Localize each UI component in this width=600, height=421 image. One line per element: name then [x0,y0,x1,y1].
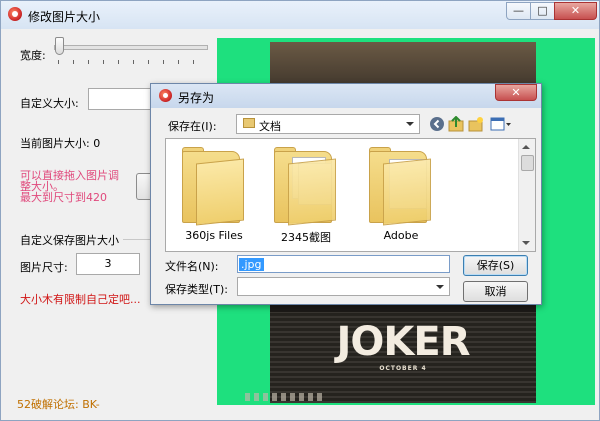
chevron-down-icon [406,122,414,126]
poster-logos [245,393,325,401]
vertical-scrollbar[interactable] [518,139,535,251]
folder-icon-front [288,158,336,226]
width-slider-thumb[interactable] [55,37,64,55]
chevron-down-icon [436,284,444,289]
cancel-button[interactable]: 取消 [463,281,528,302]
filename-label: 文件名(N): [165,260,219,273]
folder-item-360js[interactable]: 360js Files [174,145,254,249]
folder-label: 2345截图 [281,231,331,244]
folder-label: 360js Files [185,229,243,242]
custom-size-label: 自定义大小: [20,97,79,110]
footer-credit: 52破解论坛: BK- [17,398,100,411]
save-in-value: 文档 [259,120,281,133]
hint-text-line3: 最大到尺寸到420 [20,191,107,204]
dialog-title: 另存为 [178,91,215,105]
poster-date: OCTOBER 4 [379,365,427,372]
close-button[interactable]: ✕ [554,2,597,20]
up-folder-icon[interactable] [448,116,464,132]
limit-note: 大小木有限制自己定吧... [20,293,141,306]
scroll-down-icon[interactable] [522,241,530,245]
image-size-label: 图片尺寸: [20,261,68,274]
poster-title: JOKER [336,319,470,365]
app-icon [8,7,22,21]
filename-input[interactable]: .jpg [237,255,450,273]
dialog-title-bar: 另存为 ✕ [151,84,541,108]
back-icon[interactable] [429,116,445,132]
title-bar: 修改图片大小 — □ ✕ [1,1,599,29]
scroll-thumb[interactable] [521,155,534,171]
save-in-dropdown[interactable]: 文档 [236,114,420,134]
view-menu-icon[interactable] [490,116,512,132]
folder-icon-front [196,158,244,226]
folder-item-2345[interactable]: 2345截图 [266,145,346,249]
width-slider-ticks [58,60,206,64]
new-folder-icon[interactable] [468,116,484,132]
width-label: 宽度: [20,49,46,62]
filename-value: .jpg [239,258,264,271]
current-size-label: 当前图片大小: 0 [20,137,101,150]
file-list[interactable]: 360js Files 2345截图 Adobe [165,138,536,252]
documents-folder-icon [243,118,255,128]
save-as-dialog: 另存为 ✕ 保存在(I): 文档 360js Files 2345截图 Adob… [150,83,542,305]
folder-icon-front [383,158,431,226]
width-slider-track[interactable] [54,45,208,50]
window-title: 修改图片大小 [28,10,101,24]
custom-save-group-title: 自定义保存图片大小 [20,234,119,247]
scroll-up-icon[interactable] [522,145,530,149]
dialog-close-button[interactable]: ✕ [495,84,537,101]
maximize-button[interactable]: □ [530,2,555,20]
save-button[interactable]: 保存(S) [463,255,528,276]
filetype-dropdown[interactable] [237,277,450,296]
folder-label: Adobe [383,229,419,242]
image-size-input[interactable]: 3 [76,253,140,275]
folder-item-adobe[interactable]: Adobe [361,145,441,249]
custom-size-input[interactable] [88,88,152,110]
save-in-label: 保存在(I): [168,120,217,133]
filetype-label: 保存类型(T): [165,283,229,296]
minimize-button[interactable]: — [506,2,531,20]
dialog-app-icon [159,89,172,102]
image-size-value: 3 [104,257,112,270]
group-divider [123,239,151,240]
